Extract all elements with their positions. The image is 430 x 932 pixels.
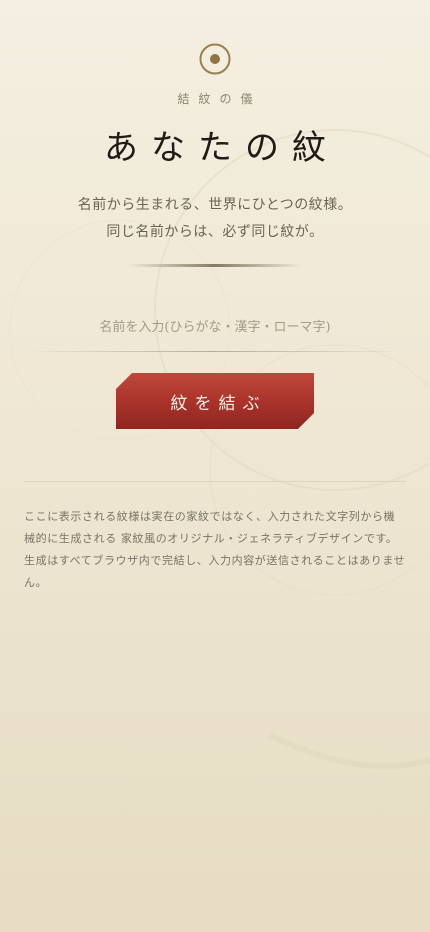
concentric-circle-crest-icon xyxy=(199,43,231,75)
page-title: あなたの紋 xyxy=(104,128,339,168)
name-input[interactable] xyxy=(40,312,390,342)
subtitle-line-1: 名前から生まれる、世界にひとつの紋様。 xyxy=(77,197,353,213)
create-crest-button[interactable]: 紋を結ぶ xyxy=(116,373,314,429)
subtitle-line-2: 同じ名前からは、必ず同じ紋が。 xyxy=(106,224,324,240)
eyebrow-label: 結紋の儀 xyxy=(177,92,262,106)
disclaimer-text: ここに表示される紋様は実在の家紋ではなく、入力された文字列から機械的に生成される… xyxy=(24,510,406,589)
title-divider xyxy=(128,264,302,267)
section-divider xyxy=(24,481,406,482)
name-input-underline xyxy=(36,351,394,352)
